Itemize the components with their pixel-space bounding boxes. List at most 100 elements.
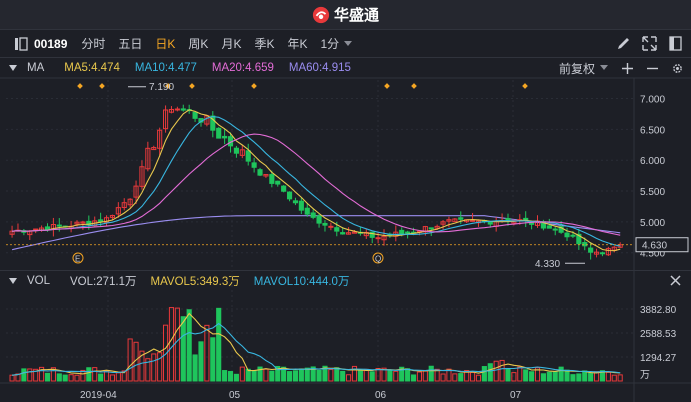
volume-bar — [369, 371, 375, 382]
event-marker — [77, 83, 83, 89]
event-circle-label: E — [75, 255, 80, 264]
volume-bar — [210, 337, 216, 382]
volume-bar — [204, 324, 210, 382]
volume-bar — [68, 374, 74, 382]
candle-body — [340, 232, 346, 235]
candle-body — [322, 222, 328, 226]
volume-bar — [316, 369, 322, 382]
volume-bar — [440, 373, 446, 382]
candle-body — [257, 169, 263, 176]
volume-bar — [92, 367, 98, 382]
volume-bar — [588, 372, 594, 382]
candle-body — [470, 219, 476, 222]
volume-bar — [304, 367, 310, 382]
volume-bar — [9, 374, 15, 382]
candle-body — [310, 212, 316, 218]
price-tick-label: 6.500 — [640, 125, 665, 136]
volume-bar — [499, 359, 505, 382]
volume-bar — [227, 371, 234, 382]
volume-bar — [511, 372, 517, 382]
mavol5-line — [12, 312, 621, 376]
candle-body — [328, 225, 334, 228]
event-marker — [99, 83, 105, 89]
volume-bar — [174, 307, 180, 382]
candle-body — [570, 234, 576, 237]
volume-bar — [251, 370, 257, 382]
volume-bar — [151, 353, 157, 382]
grid-lines — [0, 77, 691, 402]
last-price-label: 4.630 — [642, 241, 667, 252]
candle-body — [56, 224, 62, 227]
event-marker — [411, 83, 417, 89]
high-annotation-label: 7.190 — [149, 82, 174, 93]
volume-bar — [263, 368, 269, 382]
volume-bar — [487, 363, 493, 382]
volume-bar — [298, 368, 304, 382]
volume-bar — [387, 370, 393, 382]
volume-bar — [546, 371, 552, 382]
date-tick-label: 07 — [510, 390, 522, 401]
candle-body — [428, 227, 434, 230]
volume-bar — [346, 374, 352, 382]
volume-bar — [168, 307, 175, 382]
price-tick-label: 6.000 — [640, 156, 665, 167]
volume-bar — [74, 374, 80, 382]
volume-tick-label: 3882.80 — [640, 305, 677, 316]
volume-bar — [558, 366, 564, 382]
volume-bar — [517, 366, 523, 382]
volume-bar — [605, 371, 611, 382]
volume-bar — [233, 373, 239, 382]
candle-body — [405, 231, 411, 234]
volume-bar — [452, 373, 458, 382]
candle-body — [316, 215, 322, 224]
volume-bar — [180, 316, 186, 382]
volume-bar — [334, 367, 340, 382]
mavol10-line — [12, 322, 621, 376]
volume-bar — [505, 368, 511, 382]
volume-bar — [363, 368, 369, 382]
candle-body — [222, 135, 228, 139]
candle-body — [269, 174, 275, 184]
event-marker — [189, 83, 195, 89]
candle-body — [458, 217, 464, 220]
low-annotation-label: 4.330 — [535, 259, 560, 270]
ma5-line — [12, 109, 621, 252]
candle-body — [304, 207, 310, 215]
volume-bar — [393, 370, 399, 382]
candle-body — [399, 229, 405, 235]
candle-body — [192, 111, 198, 119]
volume-bar — [186, 309, 192, 382]
ma-lines-layer — [12, 109, 621, 252]
volume-bar — [115, 372, 121, 382]
volume-bar — [458, 373, 464, 382]
volume-bar — [328, 369, 334, 382]
volume-bar — [198, 341, 204, 382]
candle-body — [33, 228, 39, 231]
candle-body — [174, 108, 180, 111]
volume-bar — [27, 368, 33, 382]
volume-bar — [127, 338, 133, 382]
volume-bar — [576, 373, 582, 382]
volume-bar — [86, 367, 92, 382]
volume-bar — [523, 369, 529, 382]
candle-body — [251, 162, 257, 168]
volume-bar — [292, 370, 299, 382]
date-tick-label: 06 — [375, 390, 387, 401]
candle-body — [375, 237, 381, 240]
candle-body — [546, 225, 552, 229]
kline-chart[interactable]: 7.0006.5006.0005.5005.0004.5002019-04 05 0… — [0, 0, 691, 402]
price-tick-label: 5.000 — [640, 218, 665, 229]
candle-body — [180, 108, 186, 111]
volume-bar — [239, 366, 245, 382]
volume-bar — [570, 374, 576, 382]
volume-bars-layer — [9, 307, 623, 382]
ma20-line — [12, 133, 621, 236]
volume-bar — [564, 369, 570, 382]
candle-body — [564, 232, 570, 238]
price-tick-label: 5.500 — [640, 187, 665, 198]
candle-body — [216, 127, 222, 139]
volume-bar — [540, 373, 546, 382]
candle-body — [233, 147, 239, 154]
candle-body — [599, 252, 606, 255]
volume-bar — [405, 368, 411, 382]
